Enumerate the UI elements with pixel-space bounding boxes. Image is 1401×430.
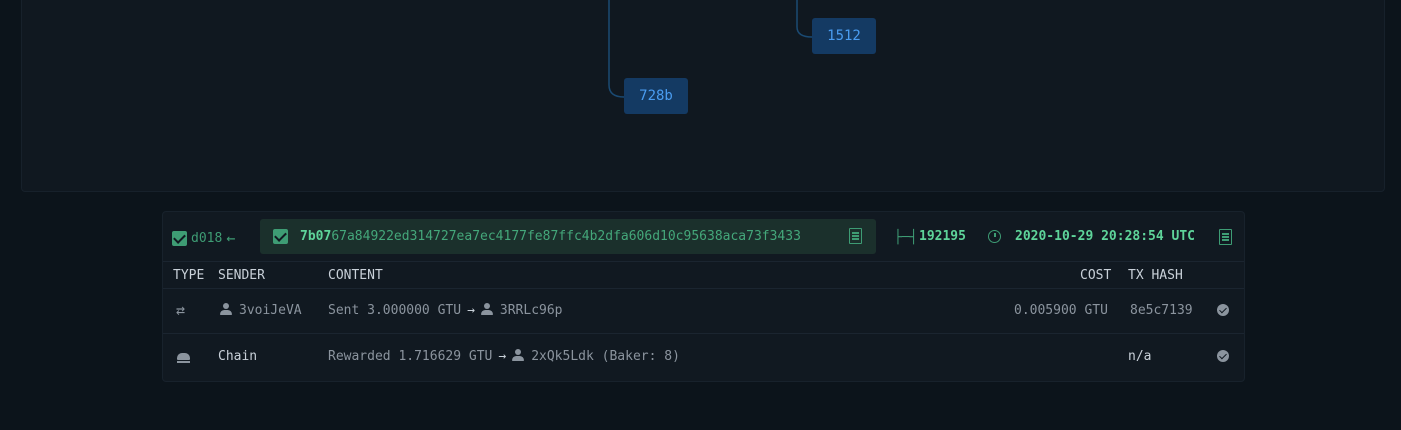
block-hash-prefix: 7b07 <box>300 229 332 244</box>
transfer-icon: ⇄ <box>176 301 186 319</box>
check-circle-icon <box>1217 304 1229 316</box>
graph-links <box>608 0 813 98</box>
content: Sent 3.000000 GTU → 3RRLc96p <box>328 303 563 318</box>
block-hash-box: 7b0767a84922ed314727ea7ec4177fe87ffc4b2d… <box>260 219 876 254</box>
arrow-right-icon: → <box>498 349 507 364</box>
check-circle-icon <box>1217 350 1229 362</box>
user-icon <box>512 349 525 361</box>
sender-address: 3voiJeVA <box>239 303 302 318</box>
user-icon <box>480 303 493 315</box>
user-icon <box>220 303 232 315</box>
block-hash-rest: 67a84922ed314727ea7ec4177fe87ffc4b2dfa60… <box>331 229 801 244</box>
arrow-right-icon: → <box>467 303 475 318</box>
graph-link-728b <box>608 0 625 98</box>
block-details-panel: d018 ← 7b0767a84922ed314727ea7ec4177fe87… <box>162 211 1245 382</box>
table-row[interactable]: Chain Rewarded 1.716629 GTU → 2xQk5Ldk (Ba… <box>163 334 1244 379</box>
content-text: Rewarded 1.716629 GTU <box>328 349 493 364</box>
table-header: TYPE SENDER CONTENT COST TX HASH <box>163 261 1244 289</box>
graph-node-728b[interactable]: 728b <box>624 78 688 114</box>
copy-block-icon[interactable] <box>1219 229 1232 245</box>
recipient-address[interactable]: 3RRLc96p <box>500 303 563 318</box>
recipient-address[interactable]: 2xQk5Ldk <box>531 349 594 364</box>
block-hash: 7b0767a84922ed314727ea7ec4177fe87ffc4b2d… <box>300 229 801 244</box>
previous-block-hash: d018 <box>191 230 223 246</box>
col-type: TYPE <box>173 268 205 283</box>
finalized-check-icon <box>273 229 288 244</box>
previous-block-link[interactable]: d018 ← <box>172 229 235 247</box>
block-header: d018 ← 7b0767a84922ed314727ea7ec4177fe87… <box>163 212 1244 261</box>
recipient-suffix: (Baker: 8) <box>593 349 680 364</box>
timer-icon <box>988 230 1001 243</box>
tx-hash: n/a <box>1128 349 1152 364</box>
block-height: 192195 <box>919 229 966 244</box>
col-tx-hash: TX HASH <box>1128 268 1183 283</box>
tx-hash[interactable]: 8e5c7139 <box>1130 303 1193 318</box>
sender: Chain <box>218 349 258 364</box>
block-height-icon: ├─┤ <box>894 230 918 245</box>
col-cost: COST <box>1080 268 1112 283</box>
table-row[interactable]: ⇄ 3voiJeVA Sent 3.000000 GTU → 3RRLc96p 0.… <box>163 288 1244 334</box>
col-sender: SENDER <box>218 268 265 283</box>
cost: 0.005900 GTU <box>1014 303 1108 318</box>
sender[interactable]: 3voiJeVA <box>220 303 302 318</box>
block-time: 2020-10-29 20:28:54 UTC <box>1015 229 1196 244</box>
col-content: CONTENT <box>328 268 383 283</box>
finalized-check-icon <box>172 230 187 246</box>
graph-link-1512 <box>796 0 813 38</box>
content-text: Sent 3.000000 GTU <box>328 303 462 318</box>
copy-hash-icon[interactable] <box>849 228 862 244</box>
content: Rewarded 1.716629 GTU → 2xQk5Ldk (Baker: 8… <box>328 349 680 364</box>
baker-icon <box>177 353 190 363</box>
graph-node-1512[interactable]: 1512 <box>812 18 876 54</box>
graph-panel <box>21 0 1385 192</box>
arrow-left-icon: ← <box>226 229 236 247</box>
